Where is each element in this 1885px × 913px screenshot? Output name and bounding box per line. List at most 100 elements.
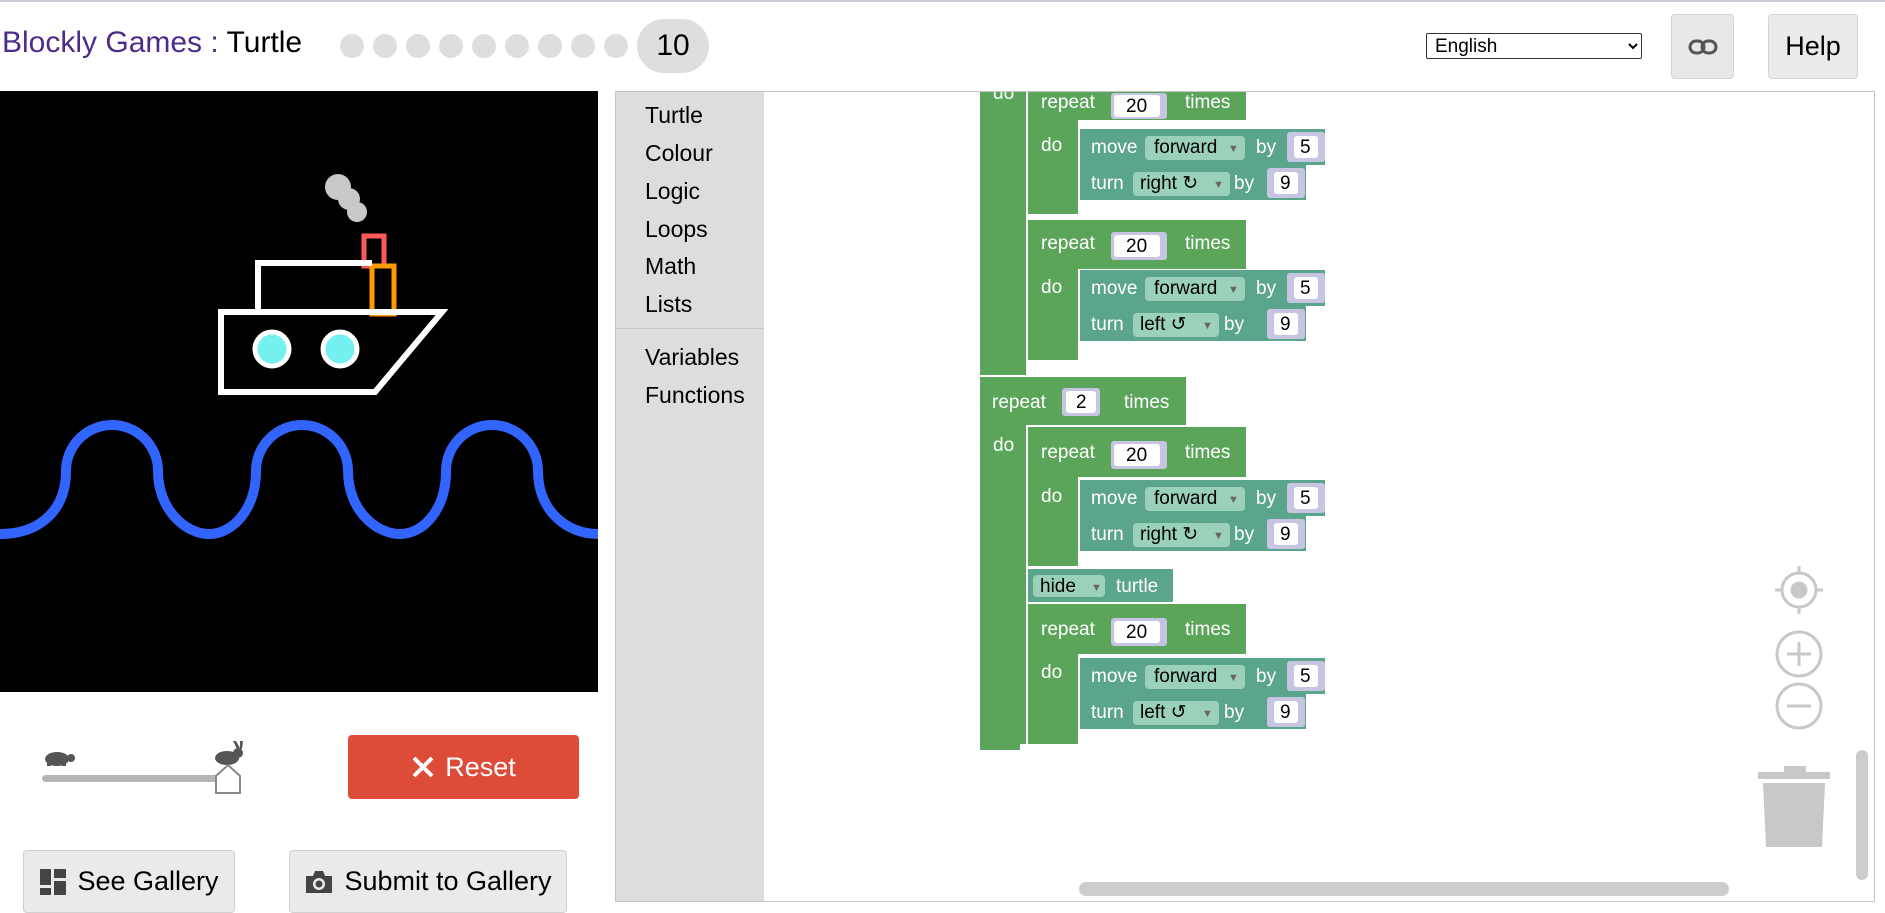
move-block-4[interactable]: move forward ▼ by 5 bbox=[1080, 658, 1325, 694]
svg-text:▼: ▼ bbox=[1228, 672, 1239, 684]
svg-text:▼: ▼ bbox=[1228, 284, 1239, 296]
svg-text:forward: forward bbox=[1154, 666, 1217, 687]
reset-button[interactable]: Reset bbox=[348, 735, 579, 799]
svg-text:times: times bbox=[1185, 233, 1230, 254]
level-3-dot[interactable] bbox=[406, 34, 430, 58]
title-separator: : bbox=[210, 26, 219, 59]
gallery-icon bbox=[40, 868, 67, 895]
level-5-dot[interactable] bbox=[472, 34, 496, 58]
svg-text:20: 20 bbox=[1126, 445, 1147, 466]
svg-text:by: by bbox=[1256, 137, 1277, 158]
svg-text:20: 20 bbox=[1126, 236, 1147, 257]
blockly-workspace[interactable]: Turtle Colour Logic Loops Math Lists Var… bbox=[615, 91, 1875, 902]
svg-text:forward: forward bbox=[1154, 488, 1217, 509]
svg-text:by: by bbox=[1234, 524, 1255, 545]
move-block-2[interactable]: move forward ▼ by 5 bbox=[1080, 270, 1325, 306]
svg-text:forward: forward bbox=[1154, 278, 1217, 299]
level-8-dot[interactable] bbox=[571, 34, 595, 58]
speed-slider[interactable] bbox=[40, 740, 250, 794]
svg-text:turn: turn bbox=[1091, 314, 1124, 335]
move-block-1[interactable]: move forward ▼ by 5 bbox=[1080, 129, 1325, 165]
turtle-speed-icon bbox=[45, 752, 75, 766]
level-6-dot[interactable] bbox=[505, 34, 529, 58]
svg-text:by: by bbox=[1224, 702, 1245, 723]
link-button[interactable] bbox=[1671, 14, 1734, 79]
turn-block-1[interactable]: turn right ↻ ▼ by 9 bbox=[1080, 165, 1306, 200]
svg-text:move: move bbox=[1091, 278, 1137, 299]
svg-text:by: by bbox=[1256, 666, 1277, 687]
svg-text:by: by bbox=[1256, 278, 1277, 299]
language-select[interactable]: English bbox=[1426, 33, 1642, 59]
svg-text:turtle: turtle bbox=[1116, 576, 1158, 597]
level-selector: 10 bbox=[340, 19, 709, 73]
zoom-out-icon[interactable] bbox=[1775, 682, 1823, 730]
repeat-count-2[interactable]: 2 bbox=[1076, 392, 1087, 413]
level-1-dot[interactable] bbox=[340, 34, 364, 58]
porthole-left bbox=[252, 329, 292, 369]
svg-text:repeat: repeat bbox=[1041, 233, 1096, 254]
move-block-3[interactable]: move forward ▼ by 5 bbox=[1080, 480, 1325, 516]
svg-text:right ↻: right ↻ bbox=[1140, 173, 1198, 194]
level-7-dot[interactable] bbox=[538, 34, 562, 58]
outer-repeat-block-1[interactable] bbox=[980, 92, 1026, 375]
vertical-scrollbar[interactable] bbox=[1856, 750, 1868, 880]
speed-slider-handle[interactable] bbox=[215, 764, 241, 794]
svg-text:repeat: repeat bbox=[1041, 92, 1096, 113]
svg-text:repeat: repeat bbox=[1041, 619, 1096, 640]
level-2-dot[interactable] bbox=[373, 34, 397, 58]
svg-text:9: 9 bbox=[1280, 524, 1291, 545]
svg-text:5: 5 bbox=[1300, 666, 1311, 687]
svg-text:times: times bbox=[1185, 92, 1230, 113]
see-gallery-button[interactable]: See Gallery bbox=[23, 850, 235, 913]
brand-link[interactable]: Blockly Games bbox=[2, 26, 202, 59]
outer-repeat-bottom bbox=[980, 740, 1020, 750]
page-title: Blockly Games : Turtle bbox=[2, 26, 302, 60]
turn-block-3[interactable]: turn right ↻ ▼ by 9 bbox=[1080, 516, 1306, 551]
turn-block-2[interactable]: turn left ↺ ▼ by 9 bbox=[1080, 306, 1306, 341]
game-name: Turtle bbox=[226, 26, 303, 59]
hide-turtle-block[interactable]: hide ▼ turtle bbox=[1028, 569, 1173, 602]
turn-block-4[interactable]: turn left ↺ ▼ by 9 bbox=[1080, 694, 1306, 729]
svg-text:by: by bbox=[1256, 488, 1277, 509]
svg-text:9: 9 bbox=[1280, 702, 1291, 723]
svg-text:9: 9 bbox=[1280, 173, 1291, 194]
svg-text:times: times bbox=[1185, 619, 1230, 640]
svg-text:▼: ▼ bbox=[1213, 530, 1224, 542]
porthole-right bbox=[320, 329, 360, 369]
speed-slider-track[interactable] bbox=[42, 775, 232, 782]
svg-text:right ↻: right ↻ bbox=[1140, 524, 1198, 545]
svg-text:times: times bbox=[1185, 442, 1230, 463]
zoom-in-icon[interactable] bbox=[1775, 630, 1823, 678]
current-level[interactable]: 10 bbox=[637, 19, 709, 73]
recenter-icon[interactable] bbox=[1775, 566, 1823, 614]
camera-icon bbox=[306, 870, 333, 893]
svg-text:5: 5 bbox=[1300, 488, 1311, 509]
svg-text:▼: ▼ bbox=[1228, 143, 1239, 155]
block-canvas[interactable]: do repeat 2 times do repeat 20 times do … bbox=[616, 92, 1875, 902]
svg-text:forward: forward bbox=[1154, 137, 1217, 158]
svg-text:by: by bbox=[1234, 173, 1255, 194]
svg-text:▼: ▼ bbox=[1202, 708, 1213, 720]
svg-text:do: do bbox=[1041, 486, 1062, 507]
submit-gallery-button[interactable]: Submit to Gallery bbox=[289, 850, 567, 913]
close-icon bbox=[412, 756, 434, 778]
svg-text:9: 9 bbox=[1280, 314, 1291, 335]
reset-label: Reset bbox=[445, 751, 516, 782]
svg-text:turn: turn bbox=[1091, 524, 1124, 545]
outer-do-label-1: do bbox=[993, 92, 1014, 104]
svg-text:5: 5 bbox=[1300, 137, 1311, 158]
funnel-bottom bbox=[369, 263, 397, 317]
help-button[interactable]: Help bbox=[1768, 14, 1858, 79]
svg-text:left ↺: left ↺ bbox=[1140, 702, 1187, 723]
top-border bbox=[0, 0, 1885, 2]
trash-icon[interactable] bbox=[1758, 766, 1830, 847]
level-4-dot[interactable] bbox=[439, 34, 463, 58]
svg-text:20: 20 bbox=[1126, 96, 1147, 117]
svg-text:▼: ▼ bbox=[1213, 179, 1224, 191]
outer-repeat-label-2: repeat bbox=[992, 392, 1047, 413]
svg-text:turn: turn bbox=[1091, 173, 1124, 194]
horizontal-scrollbar[interactable] bbox=[1079, 882, 1729, 896]
cabin bbox=[255, 260, 372, 310]
outer-do-label-2: do bbox=[993, 435, 1014, 456]
level-9-dot[interactable] bbox=[604, 34, 628, 58]
